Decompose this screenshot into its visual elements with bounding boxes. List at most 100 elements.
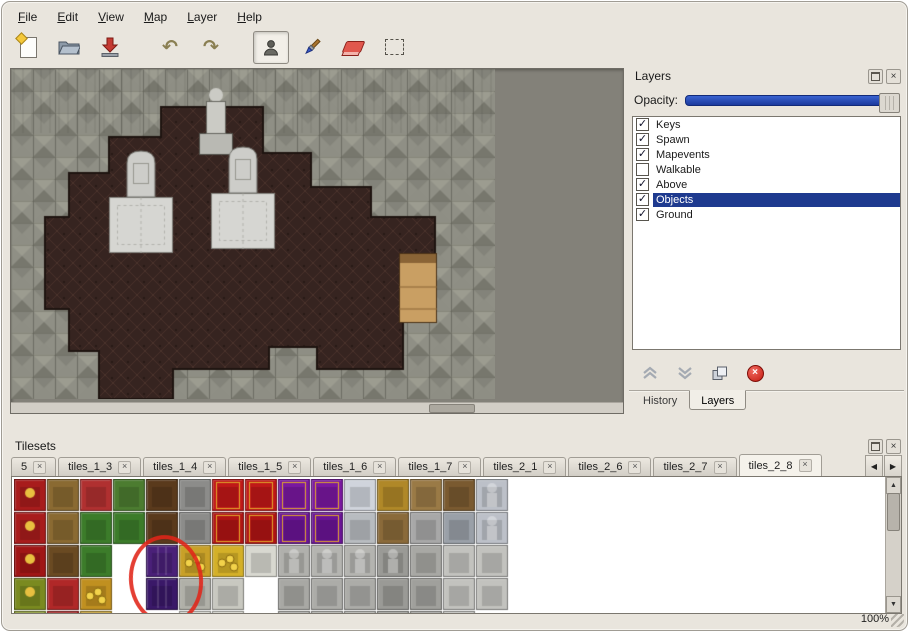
- menubar: File Edit View Map Layer Help: [10, 8, 899, 27]
- float-panel-button[interactable]: [868, 69, 883, 84]
- close-tab-icon[interactable]: ×: [33, 461, 46, 474]
- app-window: File Edit View Map Layer Help ↶ ↷: [1, 1, 908, 631]
- float-panel-icon: [871, 72, 880, 81]
- tileset-tab[interactable]: 5 ×: [11, 457, 56, 476]
- duplicate-layer-button[interactable]: [709, 363, 731, 383]
- new-document-button[interactable]: [10, 31, 46, 64]
- stamp-tool-button[interactable]: [253, 31, 289, 64]
- tilesets-panel-buttons: ×: [868, 439, 901, 454]
- layer-visibility-checkbox[interactable]: ✓: [636, 193, 649, 206]
- tab-scroll-buttons: ◀ ▶: [865, 455, 902, 477]
- opacity-slider-handle[interactable]: [879, 93, 900, 113]
- zoom-level: 100%: [861, 613, 889, 625]
- tileset-canvas[interactable]: [14, 479, 542, 613]
- selection-rect-icon: [385, 39, 404, 55]
- tileset-vscroll-thumb[interactable]: [887, 493, 900, 531]
- menu-layer[interactable]: Layer: [179, 8, 225, 27]
- tileset-tab-label: tiles_2_7: [663, 461, 707, 473]
- check-icon: ✓: [638, 195, 647, 204]
- float-panel-button[interactable]: [868, 439, 883, 454]
- opacity-row: Opacity:: [634, 92, 900, 108]
- brush-tool-button[interactable]: [294, 31, 330, 64]
- close-tab-icon[interactable]: ×: [288, 461, 301, 474]
- layer-row-spawn[interactable]: ✓ Spawn: [633, 132, 900, 147]
- tileset-tab-label: tiles_2_6: [578, 461, 622, 473]
- tileset-tab[interactable]: tiles_1_5 ×: [228, 457, 311, 476]
- close-tab-icon[interactable]: ×: [799, 459, 812, 472]
- close-tab-icon[interactable]: ×: [118, 461, 131, 474]
- opacity-slider[interactable]: [685, 95, 900, 106]
- menu-help[interactable]: Help: [229, 8, 270, 27]
- redo-button[interactable]: ↷: [193, 31, 229, 64]
- check-icon: ✓: [638, 180, 647, 189]
- menu-view[interactable]: View: [90, 8, 132, 27]
- layer-row-mapevents[interactable]: ✓ Mapevents: [633, 147, 900, 162]
- layer-visibility-checkbox[interactable]: ✓: [636, 133, 649, 146]
- eraser-tool-button[interactable]: [335, 31, 371, 64]
- scroll-tabs-left-button[interactable]: ◀: [865, 455, 883, 477]
- scroll-down-button[interactable]: ▼: [886, 596, 901, 613]
- open-folder-icon: [58, 38, 80, 56]
- layer-row-walkable[interactable]: Walkable: [633, 162, 900, 177]
- layer-label: Spawn: [653, 133, 900, 147]
- eraser-icon: [341, 41, 365, 53]
- check-icon: ✓: [638, 150, 647, 159]
- layer-row-ground[interactable]: ✓ Ground: [633, 207, 900, 222]
- open-button[interactable]: [51, 31, 87, 64]
- layer-row-objects[interactable]: ✓ Objects: [633, 192, 900, 207]
- layer-visibility-checkbox[interactable]: ✓: [636, 208, 649, 221]
- layer-label: Ground: [653, 208, 900, 222]
- close-tab-icon[interactable]: ×: [628, 461, 641, 474]
- tileset-tab-label: tiles_1_3: [68, 461, 112, 473]
- tileset-tab[interactable]: tiles_1_3 ×: [58, 457, 141, 476]
- tileset-tab[interactable]: tiles_2_7 ×: [653, 457, 736, 476]
- layer-row-keys[interactable]: ✓ Keys: [633, 117, 900, 132]
- move-layer-down-icon: [677, 366, 693, 380]
- close-tab-icon[interactable]: ×: [373, 461, 386, 474]
- layer-visibility-checkbox[interactable]: ✓: [636, 178, 649, 191]
- check-icon: ✓: [638, 120, 647, 129]
- menu-file[interactable]: File: [10, 8, 45, 27]
- scroll-up-button[interactable]: ▲: [886, 477, 901, 494]
- toolbar: ↶ ↷: [10, 29, 899, 65]
- map-canvas[interactable]: [11, 69, 495, 399]
- stamp-person-icon: [262, 39, 280, 56]
- layer-visibility-checkbox[interactable]: ✓: [636, 118, 649, 131]
- move-layer-down-button[interactable]: [674, 363, 696, 383]
- resize-grip[interactable]: [891, 614, 904, 627]
- layer-visibility-checkbox[interactable]: [636, 163, 649, 176]
- delete-layer-button[interactable]: ×: [744, 363, 766, 383]
- close-panel-button[interactable]: ×: [886, 69, 901, 84]
- tileset-vertical-scrollbar[interactable]: ▲ ▼: [885, 477, 901, 613]
- scroll-tabs-right-button[interactable]: ▶: [884, 455, 902, 477]
- tileset-tab[interactable]: tiles_1_4 ×: [143, 457, 226, 476]
- tileset-tab[interactable]: tiles_1_7 ×: [398, 457, 481, 476]
- layer-visibility-checkbox[interactable]: ✓: [636, 148, 649, 161]
- close-tab-icon[interactable]: ×: [203, 461, 216, 474]
- close-tab-icon[interactable]: ×: [458, 461, 471, 474]
- dock-tab-layers[interactable]: Layers: [689, 390, 746, 410]
- close-tab-icon[interactable]: ×: [714, 461, 727, 474]
- map-hscroll-thumb[interactable]: [429, 404, 475, 413]
- undo-button[interactable]: ↶: [152, 31, 188, 64]
- tileset-tab[interactable]: tiles_2_8 ×: [739, 454, 822, 476]
- delete-layer-icon: ×: [747, 365, 764, 382]
- tileset-tab[interactable]: tiles_2_1 ×: [483, 457, 566, 476]
- close-tab-icon[interactable]: ×: [543, 461, 556, 474]
- tileset-tab[interactable]: tiles_2_6 ×: [568, 457, 651, 476]
- dock-tab-label: History: [643, 395, 677, 407]
- undo-arrow-icon: ↶: [162, 38, 178, 57]
- tileset-tab[interactable]: tiles_1_6 ×: [313, 457, 396, 476]
- layers-panel-buttons: ×: [868, 69, 901, 84]
- menu-edit[interactable]: Edit: [49, 8, 86, 27]
- map-horizontal-scrollbar[interactable]: [11, 402, 623, 413]
- dock-tab-history[interactable]: History: [631, 390, 689, 410]
- move-layer-up-button[interactable]: [639, 363, 661, 383]
- select-tool-button[interactable]: [376, 31, 412, 64]
- tileset-view[interactable]: ▲ ▼: [11, 476, 902, 614]
- close-panel-button[interactable]: ×: [886, 439, 901, 454]
- layer-row-above[interactable]: ✓ Above: [633, 177, 900, 192]
- menu-map[interactable]: Map: [136, 8, 175, 27]
- save-button[interactable]: [92, 31, 128, 64]
- map-viewport[interactable]: [10, 68, 624, 414]
